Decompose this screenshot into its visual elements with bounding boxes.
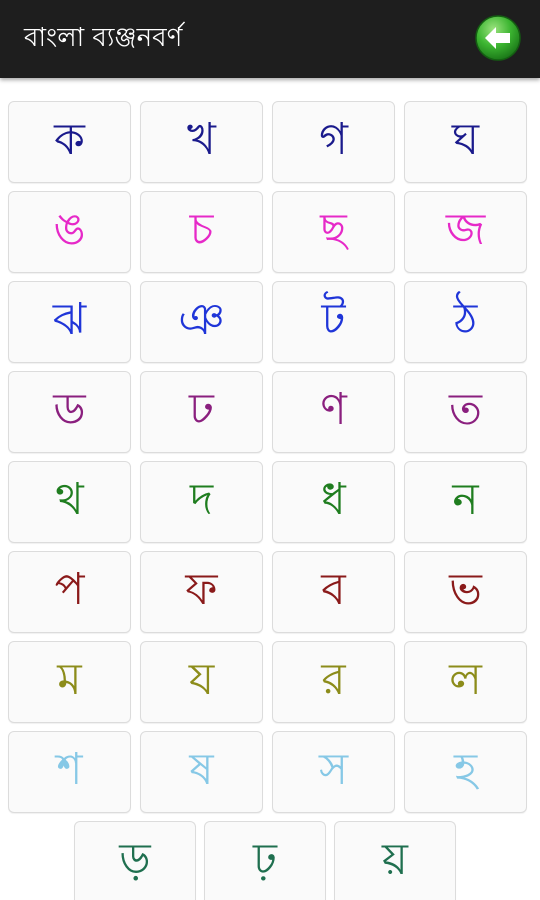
letter-label: ট (321, 293, 346, 345)
letter-label: ম (57, 653, 82, 705)
letter-tile[interactable]: ঝ (8, 281, 131, 363)
letter-label: গ (319, 113, 348, 165)
letter-label: ছ (320, 203, 347, 255)
letter-label: ষ (189, 743, 214, 795)
letter-tile[interactable]: ঙ (8, 191, 131, 273)
letter-label: ন (452, 473, 479, 525)
letter-tile[interactable]: ঠ (404, 281, 527, 363)
letter-label: হ (453, 743, 478, 795)
letter-tile[interactable]: দ (140, 461, 263, 543)
letter-tile[interactable]: প (8, 551, 131, 633)
letter-label: ণ (320, 383, 347, 435)
letter-tile[interactable]: থ (8, 461, 131, 543)
letter-label: য় (382, 834, 408, 885)
app-header: বাংলা ব্যঞ্জনবর্ণ (0, 0, 540, 78)
letter-tile[interactable]: ন (404, 461, 527, 543)
letter-label: ধ (321, 473, 346, 525)
letter-tile[interactable]: ব (272, 551, 395, 633)
letter-label: ফ (185, 563, 218, 615)
letter-tile[interactable]: র (272, 641, 395, 723)
letter-tile[interactable]: ট (272, 281, 395, 363)
letter-tile[interactable]: জ (404, 191, 527, 273)
letter-label: ঙ (53, 203, 86, 255)
letter-label: ঝ (52, 293, 87, 345)
letter-label: ড (53, 383, 86, 435)
letter-tile[interactable]: য (140, 641, 263, 723)
back-button[interactable] (474, 14, 522, 62)
letter-tile[interactable]: ছ (272, 191, 395, 273)
letter-label: প (54, 563, 85, 615)
letter-tile[interactable]: ঞ (140, 281, 263, 363)
back-arrow-icon (475, 15, 521, 61)
letter-tile[interactable]: ঢ (140, 371, 263, 453)
letter-tile[interactable]: ধ (272, 461, 395, 543)
letter-tile[interactable]: চ (140, 191, 263, 273)
letter-tile[interactable]: হ (404, 731, 527, 813)
letter-grid-last-row: ড় ঢ় য় (74, 821, 456, 900)
letter-label: র (321, 653, 346, 705)
letter-tile[interactable]: য় (334, 821, 456, 900)
letter-label: ঘ (451, 113, 480, 165)
letter-label: য (188, 653, 215, 705)
letter-grid: ক খ গ ঘ ঙ চ ছ জ ঝ ঞ ট ঠ ড ঢ ণ ত থ দ ধ ন প ফ ব ভ ম য র ল শ ষ স হ (8, 101, 529, 813)
letter-tile[interactable]: শ (8, 731, 131, 813)
letter-tile[interactable]: ল (404, 641, 527, 723)
letter-label: জ (445, 203, 486, 255)
letter-tile[interactable]: ফ (140, 551, 263, 633)
letter-label: ল (449, 653, 482, 705)
letter-tile[interactable]: গ (272, 101, 395, 183)
letter-tile[interactable]: ত (404, 371, 527, 453)
letter-label: ঢ (189, 383, 214, 435)
letter-label: স (318, 743, 349, 795)
letter-tile[interactable]: ঢ় (204, 821, 326, 900)
letter-label: ঢ় (253, 834, 277, 885)
letter-label: ঞ (178, 293, 225, 345)
letter-label: ড় (119, 834, 151, 885)
letter-tile[interactable]: ম (8, 641, 131, 723)
letter-tile[interactable]: ঘ (404, 101, 527, 183)
letter-label: ভ (449, 563, 482, 615)
letter-tile[interactable]: ণ (272, 371, 395, 453)
app-screen: বাংলা ব্যঞ্জনবর্ণ ক খ গ ঘ ঙ চ ছ জ ঝ ঞ ট ঠ ড ঢ ণ ত থ দ ধ ন প ফ… (0, 0, 540, 900)
letter-label: খ (187, 113, 216, 165)
letter-label: ক (54, 113, 85, 165)
letter-tile[interactable]: স (272, 731, 395, 813)
letter-label: ব (321, 563, 346, 615)
letter-label: ত (448, 383, 482, 435)
letter-tile[interactable]: ক (8, 101, 131, 183)
letter-tile[interactable]: খ (140, 101, 263, 183)
letter-label: দ (189, 473, 214, 525)
letter-label: থ (55, 473, 84, 525)
letter-tile[interactable]: ড় (74, 821, 196, 900)
page-title: বাংলা ব্যঞ্জনবর্ণ (24, 23, 183, 53)
letter-label: ঠ (453, 293, 478, 345)
letter-tile[interactable]: ষ (140, 731, 263, 813)
letter-label: চ (189, 203, 214, 255)
letter-label: শ (56, 743, 83, 795)
letter-tile[interactable]: ভ (404, 551, 527, 633)
letter-tile[interactable]: ড (8, 371, 131, 453)
